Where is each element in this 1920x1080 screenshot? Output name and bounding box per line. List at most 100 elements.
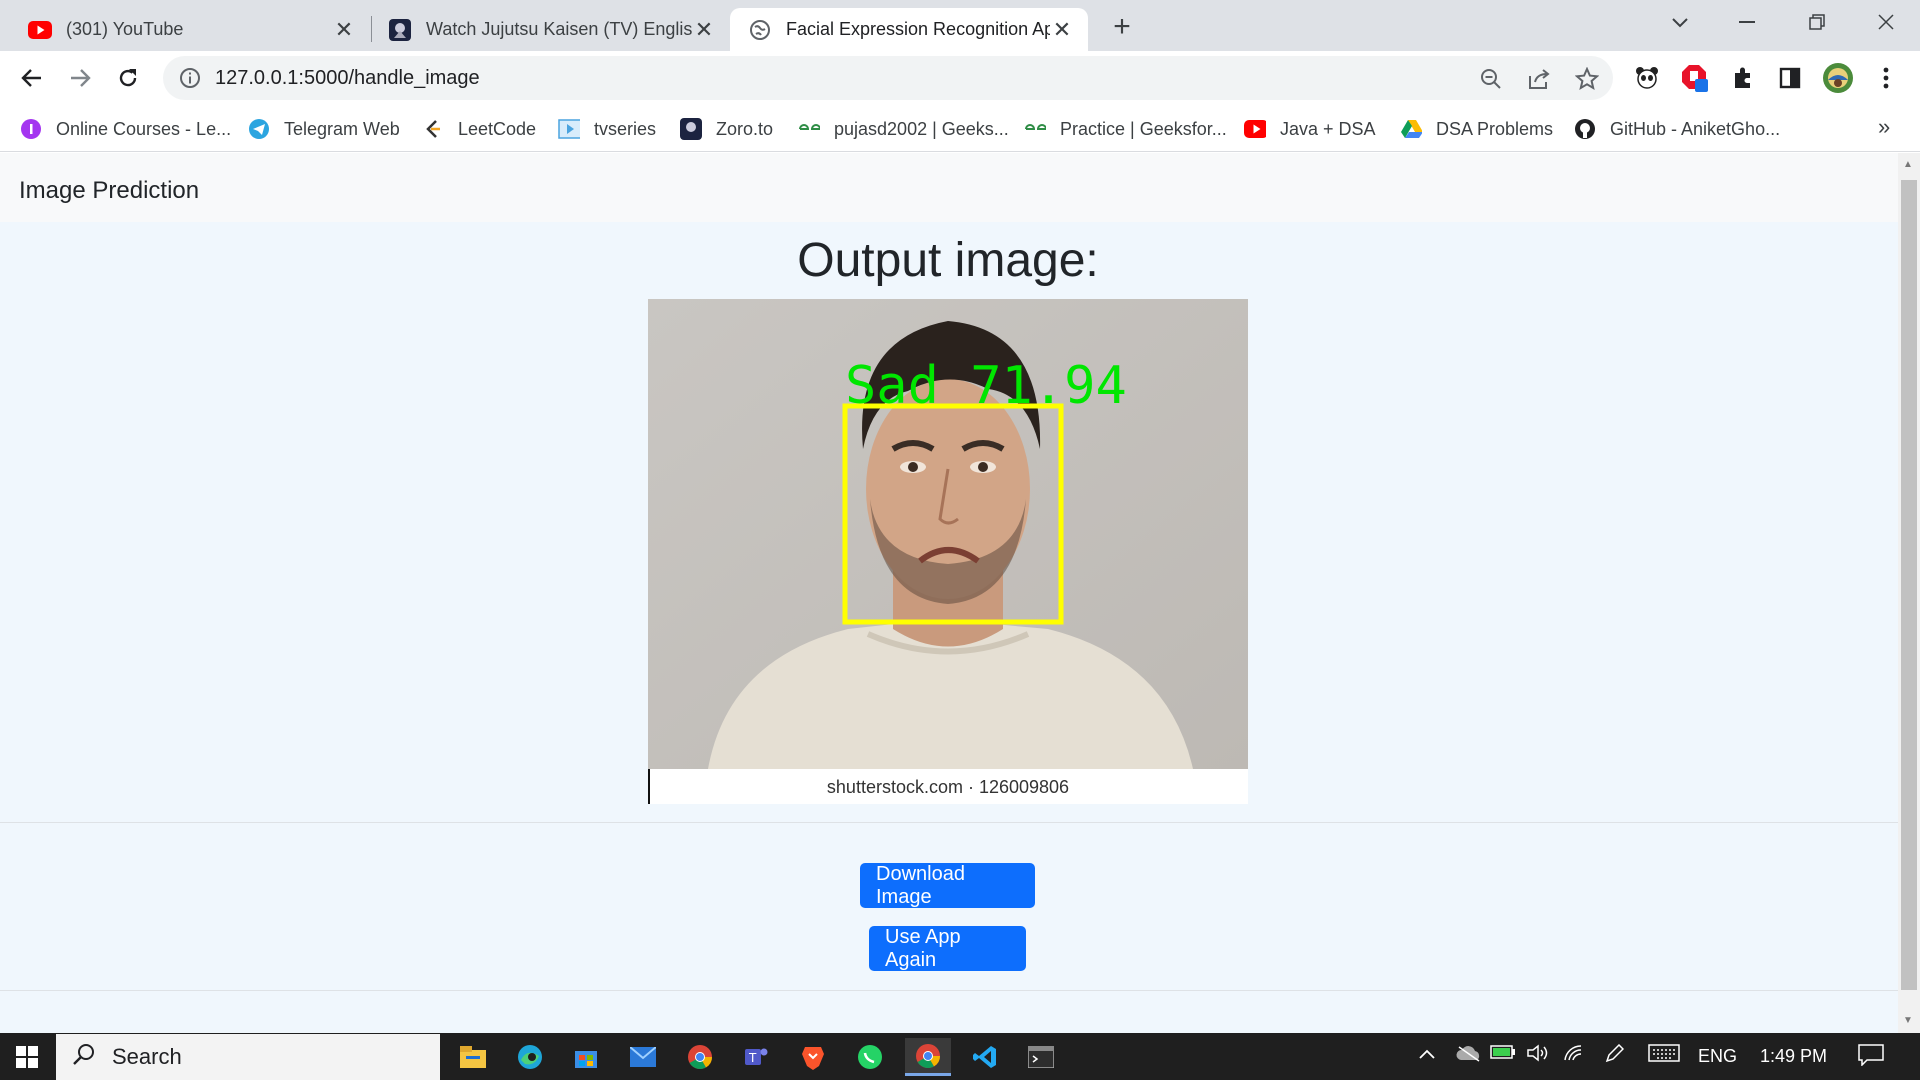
share-icon[interactable]	[1526, 66, 1552, 92]
close-icon[interactable]: ✕	[332, 17, 356, 42]
extensions-puzzle-icon[interactable]	[1727, 62, 1759, 94]
bookmarks-bar: Online Courses - Le... Telegram Web Leet…	[0, 108, 1920, 152]
divider	[0, 822, 1898, 823]
app-navbar: Image Prediction	[0, 153, 1898, 222]
svg-text:T: T	[748, 1051, 757, 1065]
bookmark-label: Java + DSA	[1280, 118, 1376, 139]
page-title: Output image:	[797, 234, 1099, 287]
back-button[interactable]	[14, 60, 50, 96]
battery-icon[interactable]	[1490, 1044, 1516, 1065]
tvseries-icon	[558, 118, 580, 140]
gfg-icon	[798, 118, 820, 140]
adblock-extension-icon[interactable]	[1679, 62, 1711, 94]
scroll-down-icon[interactable]: ▼	[1903, 1015, 1913, 1026]
bookmark-leetcode[interactable]: LeetCode	[422, 114, 536, 144]
bookmark-dsa-problems[interactable]: DSA Problems	[1400, 114, 1553, 144]
language-indicator[interactable]: ENG	[1698, 1046, 1737, 1067]
teams-icon[interactable]: T	[733, 1038, 779, 1076]
chrome-active-taskbar-icon[interactable]	[905, 1038, 951, 1076]
bookmark-label: pujasd2002 | Geeks...	[834, 118, 1009, 139]
windows-start-icon[interactable]	[4, 1038, 50, 1076]
bookmark-label: tvseries	[594, 118, 657, 139]
use-app-again-button[interactable]: Use App Again	[869, 926, 1026, 971]
notifications-icon[interactable]	[1858, 1044, 1884, 1071]
tray-chevron-icon[interactable]	[1418, 1044, 1436, 1065]
chrome-taskbar-icon[interactable]	[677, 1038, 723, 1076]
search-icon	[72, 1042, 96, 1072]
mail-icon[interactable]	[620, 1038, 666, 1076]
close-window-icon[interactable]	[1866, 6, 1906, 38]
leetcode-icon	[422, 118, 444, 140]
onedrive-icon[interactable]	[1456, 1044, 1482, 1067]
bookmark-tvseries[interactable]: tvseries	[558, 114, 656, 144]
navbar-brand[interactable]: Image Prediction	[19, 177, 199, 205]
tab-title: Watch Jujutsu Kaisen (TV) English	[426, 19, 692, 39]
restore-icon[interactable]	[1797, 6, 1837, 38]
prediction-label: Sad 71.94	[845, 356, 1127, 416]
more-bookmarks-button[interactable]: »	[1878, 114, 1890, 140]
file-explorer-icon[interactable]	[450, 1038, 496, 1076]
terminal-icon[interactable]	[1018, 1038, 1064, 1076]
vscode-icon[interactable]	[962, 1038, 1008, 1076]
chrome-menu-icon[interactable]	[1870, 62, 1902, 94]
tab-jujutsu[interactable]: Watch Jujutsu Kaisen (TV) English ✕	[372, 8, 730, 51]
keyboard-icon[interactable]	[1648, 1044, 1680, 1067]
page-scrollbar[interactable]: ▲ ▼	[1898, 153, 1920, 1033]
bookmark-label: LeetCode	[458, 118, 537, 139]
page-content: Image Prediction Output image: shutterst…	[0, 153, 1898, 1033]
panda-extension-icon[interactable]	[1631, 62, 1663, 94]
tab-title: Facial Expression Recognition Ap	[786, 19, 1050, 39]
volume-icon[interactable]	[1526, 1044, 1550, 1067]
bookmark-label: Online Courses - Le...	[56, 118, 232, 139]
zoro-icon	[680, 118, 702, 140]
drive-icon	[1400, 118, 1422, 140]
bookmark-label: GitHub - AniketGho...	[1610, 118, 1781, 139]
courses-icon	[20, 118, 42, 140]
close-icon[interactable]: ✕	[692, 17, 716, 42]
github-icon	[1574, 118, 1596, 140]
tab-facial-expression[interactable]: Facial Expression Recognition Ap ✕	[730, 8, 1088, 51]
profile-avatar[interactable]	[1822, 62, 1854, 94]
bookmark-label: Telegram Web	[284, 118, 400, 139]
windows-taskbar: Search T ENG 1:49 PM	[0, 1033, 1920, 1080]
bookmark-practice-gfg[interactable]: Practice | Geeksfor...	[1024, 114, 1227, 144]
divider	[0, 990, 1898, 991]
clock[interactable]: 1:49 PM	[1760, 1046, 1827, 1067]
bookmark-pujasd2002[interactable]: pujasd2002 | Geeks...	[798, 114, 1009, 144]
bookmark-github[interactable]: GitHub - AniketGho...	[1574, 114, 1780, 144]
bookmark-zoro[interactable]: Zoro.to	[680, 114, 773, 144]
output-image: shutterstock.com · 126009806 Sad 71.94	[648, 299, 1248, 804]
new-tab-button[interactable]: +	[1106, 12, 1138, 44]
store-icon[interactable]	[563, 1038, 609, 1076]
tab-strip: (301) YouTube ✕ Watch Jujutsu Kaisen (TV…	[0, 0, 1920, 51]
tab-youtube[interactable]: (301) YouTube ✕	[0, 8, 370, 51]
download-image-button[interactable]: Download Image	[860, 863, 1035, 908]
edge-icon[interactable]	[507, 1038, 553, 1076]
scroll-up-icon[interactable]: ▲	[1903, 159, 1913, 170]
forward-button[interactable]	[62, 60, 98, 96]
bookmark-label: Zoro.to	[716, 118, 774, 139]
address-bar[interactable]: 127.0.0.1:5000/handle_image	[163, 56, 1613, 100]
taskbar-search-box[interactable]: Search	[56, 1034, 440, 1080]
scrollbar-thumb[interactable]	[1901, 180, 1917, 990]
url-text: 127.0.0.1:5000/handle_image	[215, 66, 480, 89]
side-panel-icon[interactable]	[1774, 62, 1806, 94]
brave-icon[interactable]	[790, 1038, 836, 1076]
bookmark-label: Practice | Geeksfor...	[1060, 118, 1227, 139]
bookmark-telegram[interactable]: Telegram Web	[248, 114, 400, 144]
search-placeholder: Search	[112, 1044, 182, 1069]
bookmark-star-icon[interactable]	[1574, 66, 1600, 92]
bookmark-java-dsa[interactable]: Java + DSA	[1244, 114, 1376, 144]
whatsapp-icon[interactable]	[847, 1038, 893, 1076]
bookmark-online-courses[interactable]: Online Courses - Le...	[20, 114, 231, 144]
wifi-icon[interactable]	[1563, 1044, 1585, 1067]
info-icon[interactable]	[179, 67, 201, 89]
zoom-icon[interactable]	[1478, 66, 1504, 92]
reload-button[interactable]	[110, 60, 146, 96]
youtube-icon	[1244, 118, 1266, 140]
tab-search-chevron-icon[interactable]	[1660, 6, 1700, 38]
minimize-icon[interactable]	[1727, 6, 1767, 38]
bookmark-label: DSA Problems	[1436, 118, 1554, 139]
pen-icon[interactable]	[1604, 1043, 1625, 1069]
close-icon[interactable]: ✕	[1050, 17, 1074, 42]
